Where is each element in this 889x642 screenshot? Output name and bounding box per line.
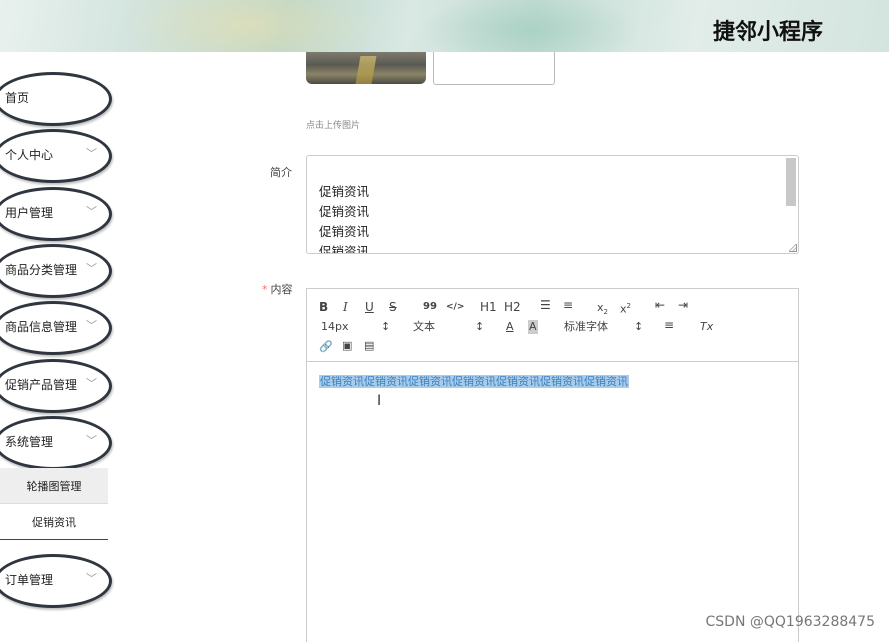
text-cursor-icon: I xyxy=(377,393,382,409)
heading2-button[interactable]: H2 xyxy=(504,300,521,314)
sidebar-item-home[interactable]: 首页 xyxy=(0,72,112,126)
intro-line: 促销资讯 xyxy=(319,204,370,219)
text-type-arrows-icon[interactable]: ↕ xyxy=(475,320,484,334)
image-upload-box[interactable] xyxy=(433,52,555,85)
textarea-scrollbar[interactable] xyxy=(786,158,796,206)
submenu-item-label: 轮播图管理 xyxy=(26,479,82,493)
app-title: 捷邻小程序 xyxy=(712,20,823,45)
video-icon[interactable]: ▤ xyxy=(364,339,374,353)
chevron-down-icon: ﹀ xyxy=(86,377,97,390)
sidebar-item-promotion-management[interactable]: 促销产品管理 ﹀ xyxy=(0,359,112,413)
link-icon[interactable]: 🔗 xyxy=(319,340,333,354)
heading1-button[interactable]: H1 xyxy=(480,300,497,314)
sidebar-item-product-management[interactable]: 商品信息管理 ﹀ xyxy=(0,301,112,355)
intro-line: 促销资讯 xyxy=(319,224,370,239)
outdent-icon[interactable]: ⇤ xyxy=(655,298,665,312)
font-color-icon[interactable]: A xyxy=(506,320,514,334)
uploaded-image-thumbnail[interactable] xyxy=(306,52,426,84)
sidebar-item-label: 用户管理 xyxy=(5,206,54,220)
sidebar-item-system-management[interactable]: 系统管理 ﹀ xyxy=(0,416,112,470)
selected-text: 促销资讯促销资讯促销资讯促销资讯促销资讯促销资讯促销资讯 xyxy=(319,375,629,388)
sidebar-item-user-management[interactable]: 用户管理 ﹀ xyxy=(0,187,112,241)
sidebar-item-label: 促销产品管理 xyxy=(5,378,78,392)
chevron-down-icon: ﹀ xyxy=(86,434,97,447)
superscript-icon[interactable]: x2 xyxy=(620,299,631,317)
sidebar: 首页 个人中心 ﹀ 用户管理 ﹀ 商品分类管理 ﹀ 商品信息管理 ﹀ 促销产品管… xyxy=(0,52,120,642)
font-size-arrows-icon[interactable]: ↕ xyxy=(381,320,390,334)
background-color-icon[interactable]: A xyxy=(528,320,538,334)
header-banner: 捷邻小程序 xyxy=(0,0,889,52)
image-icon[interactable]: ▣ xyxy=(342,339,352,353)
submenu-item-promotion-news[interactable]: 促销资讯 xyxy=(0,504,108,540)
intro-label: 简介 xyxy=(270,166,292,179)
intro-line: 促销资讯 xyxy=(319,244,370,254)
align-icon[interactable]: ≡ xyxy=(664,318,674,332)
required-mark: * xyxy=(262,283,268,296)
code-block-button[interactable]: </> xyxy=(446,300,464,314)
rich-text-editor: B I U S 99 </> H1 H2 ☰ ≡ x2 x2 ⇤ ⇥ 14px … xyxy=(306,288,799,642)
chevron-down-icon: ﹀ xyxy=(86,572,97,585)
clear-format-icon[interactable]: Tx xyxy=(700,320,713,334)
content-label-text: 内容 xyxy=(270,283,293,296)
strikethrough-button[interactable]: S xyxy=(389,300,397,314)
underline-button[interactable]: U xyxy=(365,300,374,314)
content-label: * 内容 xyxy=(262,281,293,297)
chevron-down-icon: ﹀ xyxy=(86,147,97,160)
sidebar-item-label: 商品分类管理 xyxy=(5,263,78,277)
bullet-list-icon[interactable]: ≡ xyxy=(563,298,573,312)
resize-grip-icon[interactable] xyxy=(789,244,797,252)
chevron-down-icon: ﹀ xyxy=(86,262,97,275)
chevron-down-icon: ﹀ xyxy=(86,205,97,218)
font-family-select[interactable]: 标准字体 xyxy=(564,320,608,334)
intro-text: 促销资讯 促销资讯 促销资讯 促销资讯 xyxy=(319,182,370,254)
sidebar-item-category-management[interactable]: 商品分类管理 ﹀ xyxy=(0,244,112,298)
sidebar-item-label: 个人中心 xyxy=(5,148,54,162)
indent-icon[interactable]: ⇥ xyxy=(678,298,688,312)
submenu-item-label: 促销资讯 xyxy=(32,515,76,529)
editor-toolbar: B I U S 99 </> H1 H2 ☰ ≡ x2 x2 ⇤ ⇥ 14px … xyxy=(307,289,798,362)
font-family-arrows-icon[interactable]: ↕ xyxy=(634,320,643,334)
ordered-list-icon[interactable]: ☰ xyxy=(540,298,551,312)
sidebar-item-order-management[interactable]: 订单管理 ﹀ xyxy=(0,554,112,608)
watermark: CSDN @QQ1963288475 xyxy=(705,614,875,630)
intro-textarea[interactable]: 促销资讯 促销资讯 促销资讯 促销资讯 xyxy=(306,155,799,254)
sidebar-item-label: 商品信息管理 xyxy=(5,320,78,334)
intro-line: 促销资讯 xyxy=(319,184,370,199)
sidebar-item-label: 订单管理 xyxy=(5,573,54,587)
sidebar-item-personal-center[interactable]: 个人中心 ﹀ xyxy=(0,129,112,183)
italic-button[interactable]: I xyxy=(343,300,348,314)
subscript-icon[interactable]: x2 xyxy=(597,301,608,319)
text-type-select[interactable]: 文本 xyxy=(413,320,435,334)
sidebar-item-label: 系统管理 xyxy=(5,435,54,449)
editor-content-area[interactable]: 促销资讯促销资讯促销资讯促销资讯促销资讯促销资讯促销资讯 xyxy=(319,373,629,389)
blockquote-button[interactable]: 99 xyxy=(423,300,437,314)
font-size-select[interactable]: 14px xyxy=(321,320,349,334)
bold-button[interactable]: B xyxy=(319,300,328,314)
sidebar-item-label: 首页 xyxy=(5,91,30,105)
submenu-item-carousel[interactable]: 轮播图管理 xyxy=(0,468,108,504)
upload-hint: 点击上传图片 xyxy=(306,121,361,131)
chevron-down-icon: ﹀ xyxy=(86,319,97,332)
